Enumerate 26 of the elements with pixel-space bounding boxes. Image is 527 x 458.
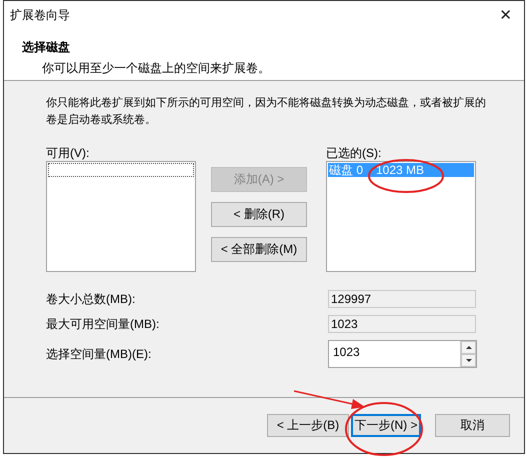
footer-button[interactable]: 下一步(N) > bbox=[351, 414, 421, 437]
page-heading: 选择磁盘 bbox=[22, 39, 71, 56]
number-field[interactable]: 1023 bbox=[328, 340, 477, 368]
footer-button[interactable]: < 上一步(B) bbox=[267, 414, 349, 437]
page-subtitle: 你可以用至少一个磁盘上的空间来扩展卷。 bbox=[41, 60, 271, 77]
readonly-field: 1023 bbox=[328, 315, 476, 333]
transfer-button[interactable]: < 删除(R) bbox=[211, 202, 307, 227]
annotation-arrow bbox=[294, 390, 365, 409]
field-label: 卷大小总数(MB): bbox=[46, 290, 136, 308]
close-button[interactable]: ✕ bbox=[493, 6, 518, 24]
window-title: 扩展卷向导 bbox=[10, 6, 70, 24]
disk-name: 磁盘 0 bbox=[328, 163, 364, 177]
list-label: 已选的(S): bbox=[326, 145, 382, 161]
field-label: 最大可用空间量(MB): bbox=[46, 316, 160, 332]
up-triangle-icon bbox=[464, 345, 472, 350]
description-text: 你只能将此卷扩展到如下所示的可用空间，因为不能将磁盘转换为动态磁盘，或者被扩展的卷是启动卷或系统卷。 bbox=[46, 96, 486, 128]
transfer-button[interactable]: < 全部删除(M) bbox=[211, 237, 307, 262]
footer-button[interactable]: 取消 bbox=[435, 414, 510, 437]
disk-size: 1023 MB bbox=[375, 163, 424, 177]
field-label: 选择空间量(MB)(E): bbox=[46, 346, 152, 362]
spin-up-button[interactable] bbox=[461, 341, 476, 354]
available-list[interactable] bbox=[46, 161, 196, 272]
readonly-field: 129997 bbox=[328, 290, 476, 308]
down-triangle-icon bbox=[464, 358, 472, 363]
spin-down-button[interactable] bbox=[461, 354, 476, 367]
list-label: 可用(V): bbox=[46, 145, 90, 161]
